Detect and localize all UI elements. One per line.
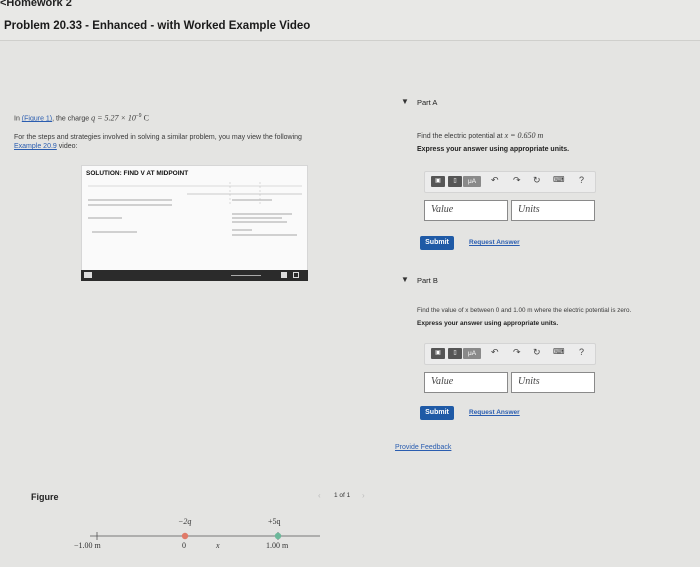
part-b-instruction: Express your answer using appropriate un… — [417, 320, 559, 327]
example-video-link[interactable]: Example 20.9 — [14, 143, 57, 150]
part-a-collapse-icon[interactable]: ▼ — [401, 97, 409, 106]
units-button[interactable]: μA — [463, 176, 481, 187]
tick-x-label: x — [215, 541, 220, 550]
part-b-value-input[interactable]: Value — [424, 372, 508, 393]
part-a-submit-button[interactable]: Submit — [420, 236, 454, 250]
volume-slider[interactable] — [231, 275, 261, 276]
reset-icon[interactable]: ↻ — [533, 347, 541, 358]
part-a-request-answer-link[interactable]: Request Answer — [469, 239, 520, 246]
problem-intro: In (Figure 1), the charge q = 5.27 × 10−… — [14, 113, 314, 122]
part-a-question-prefix: Find the electric potential at — [417, 133, 503, 140]
charge-expression: q = 5.27 × 10 — [91, 113, 136, 123]
provide-feedback-link[interactable]: Provide Feedback — [395, 444, 451, 451]
example-suffix: video: — [56, 143, 78, 150]
breadcrumb-homework[interactable]: <Homework 2 — [0, 0, 72, 9]
steps-sentence: For the steps and strategies involved in… — [14, 134, 302, 141]
figure-link[interactable]: (Figure 1) — [22, 115, 52, 122]
part-b-collapse-icon[interactable]: ▼ — [401, 275, 409, 284]
template-icon[interactable]: ▣ — [431, 348, 445, 359]
next-figure-button[interactable]: › — [362, 491, 365, 500]
template-icon[interactable]: ▣ — [431, 176, 445, 187]
settings-icon[interactable] — [281, 272, 287, 278]
example-video-player[interactable]: SOLUTION: FIND V AT MIDPOINT — [81, 165, 308, 281]
reset-icon[interactable]: ↻ — [533, 175, 541, 186]
tick-left-label: −1.00 m — [74, 541, 102, 550]
video-title: SOLUTION: FIND V AT MIDPOINT — [86, 170, 189, 177]
tick-zero-label: 0 — [182, 541, 186, 550]
video-controls[interactable] — [81, 270, 308, 281]
part-a-label: Part A — [417, 98, 438, 107]
positive-charge-dot — [274, 532, 282, 540]
keyboard-icon[interactable]: ⌨ — [553, 347, 565, 356]
play-icon[interactable] — [84, 272, 92, 278]
figure-pager: 1 of 1 — [334, 492, 351, 499]
part-a-question-value: x = 0.650 m — [504, 131, 544, 140]
part-a-value-input[interactable]: Value — [424, 200, 508, 221]
part-b-submit-button[interactable]: Submit — [420, 406, 454, 420]
charge-unit: C — [141, 113, 149, 123]
intro-rest: , the charge — [52, 115, 90, 123]
video-frame-content — [88, 182, 302, 236]
keyboard-icon[interactable]: ⌨ — [553, 175, 565, 184]
part-a-question: Find the electric potential at x = 0.650… — [417, 131, 543, 140]
undo-icon[interactable]: ↶ — [491, 347, 499, 358]
page-title: Problem 20.33 - Enhanced - with Worked E… — [4, 20, 311, 32]
format-icon[interactable]: ▯ — [448, 348, 462, 359]
negative-charge-dot — [181, 532, 189, 540]
tick-right-label: 1.00 m — [266, 541, 289, 550]
units-button[interactable]: μA — [463, 348, 481, 359]
part-a-instruction: Express your answer using appropriate un… — [417, 146, 570, 153]
charge-left-label: −2q — [178, 517, 191, 526]
part-b-units-input[interactable]: Units — [511, 372, 595, 393]
prev-figure-button[interactable]: ‹ — [318, 491, 321, 500]
part-b-question: Find the value of x between 0 and 1.00 m… — [417, 307, 632, 314]
intro-prefix: In — [14, 115, 20, 123]
help-button[interactable]: ? — [579, 175, 584, 185]
redo-icon[interactable]: ↷ — [513, 175, 521, 186]
part-a-units-input[interactable]: Units — [511, 200, 595, 221]
part-b-request-answer-link[interactable]: Request Answer — [469, 409, 520, 416]
format-icon[interactable]: ▯ — [448, 176, 462, 187]
redo-icon[interactable]: ↷ — [513, 347, 521, 358]
undo-icon[interactable]: ↶ — [491, 175, 499, 186]
steps-text: For the steps and strategies involved in… — [14, 133, 354, 151]
part-a-toolbar: ▣ ▯ μA ↶ ↷ ↻ ⌨ ? — [424, 171, 596, 193]
charge-right-label: +5q — [268, 517, 281, 526]
part-b-label: Part B — [417, 276, 438, 285]
help-button[interactable]: ? — [579, 347, 584, 357]
figure-label: Figure — [31, 492, 59, 502]
fullscreen-icon[interactable] — [293, 272, 299, 278]
part-b-toolbar: ▣ ▯ μA ↶ ↷ ↻ ⌨ ? — [424, 343, 596, 365]
header-divider — [0, 40, 700, 41]
figure-diagram: −2q +5q −1.00 m 0 x 1.00 m — [74, 517, 320, 550]
